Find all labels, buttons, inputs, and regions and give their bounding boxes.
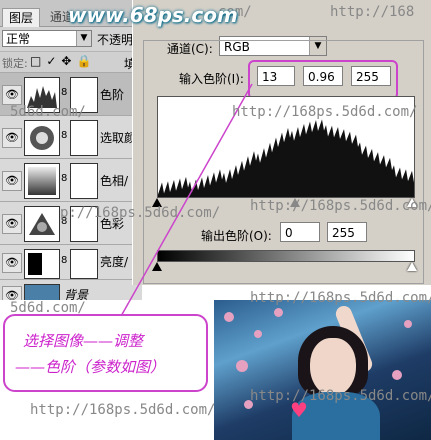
watermark: 5d6d.com/ xyxy=(10,300,86,316)
watermark: p://168ps.5d6d.com/ xyxy=(60,205,221,221)
site-logo: www.68ps.com xyxy=(68,3,238,27)
watermark: http://168ps.5d6d.com/ xyxy=(30,402,216,418)
watermark: http://168ps.5d6d.com/ xyxy=(250,388,431,404)
callout-line-1: 选择图像——调整 xyxy=(23,332,144,350)
watermark: http://168 xyxy=(330,4,415,20)
instruction-callout: 选择图像——调整 ——色阶（参数如图） xyxy=(3,314,208,392)
watermark: 5d6d.com/ xyxy=(10,104,86,120)
watermark: http://168ps.5d6d.com/ xyxy=(232,104,418,120)
watermark: http://168ps.5d6d.com/ xyxy=(250,198,431,214)
watermark: http://168ps.5d6d.com/ xyxy=(250,290,431,306)
callout-line-2: ——色阶（参数如图） xyxy=(15,358,166,376)
